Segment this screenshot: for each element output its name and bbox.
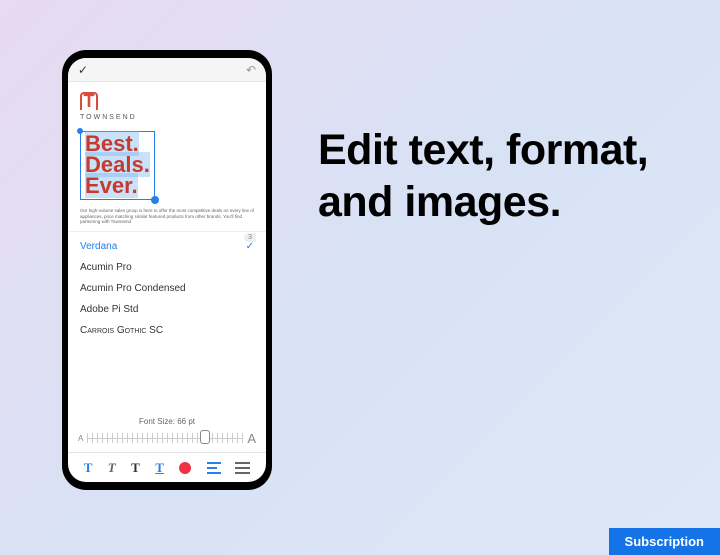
align-button[interactable] [207, 462, 221, 474]
app-topbar: ✓ ↶ [68, 58, 266, 82]
font-picker-list[interactable]: Verdana ✓ Acumin Pro Acumin Pro Condense… [68, 231, 266, 414]
list-button[interactable] [236, 462, 250, 474]
document-canvas[interactable]: T TOWNSEND Best. Deals. Ever. Our high-v… [68, 82, 266, 231]
font-size-slider[interactable] [87, 433, 243, 445]
brand-logo-block: T TOWNSEND [80, 92, 254, 121]
font-option-acumin-pro-condensed[interactable]: Acumin Pro Condensed [80, 278, 254, 299]
marketing-headline: Edit text, format, and images. [318, 125, 720, 228]
format-toolbar: T T T T [68, 452, 266, 482]
color-picker-button[interactable] [179, 462, 191, 474]
font-option-verdana[interactable]: Verdana ✓ [80, 236, 254, 257]
selected-check-icon: ✓ [246, 241, 254, 252]
brand-logo-icon: T [80, 92, 98, 110]
font-option-adobe-pi-std[interactable]: Adobe Pi Std [80, 299, 254, 320]
slider-handle[interactable] [200, 430, 210, 444]
underline-button[interactable]: T [155, 460, 164, 476]
page-indicator: 3 [244, 233, 256, 242]
slider-max-icon: A [247, 431, 256, 446]
font-size-label: Font Size: 66 pt [68, 414, 266, 429]
font-option-carrois-gothic-sc[interactable]: Carrois Gothic SC [80, 320, 254, 341]
undo-icon[interactable]: ↶ [246, 63, 256, 77]
slider-min-icon: A [78, 434, 83, 443]
bold-button[interactable]: T [84, 460, 93, 476]
font-button[interactable]: T [131, 460, 140, 476]
brand-name: TOWNSEND [80, 114, 254, 121]
document-body-text: Our high-volume sales group is here to o… [80, 208, 254, 226]
phone-screen: ✓ ↶ T TOWNSEND Best. Deals. Ever. Our hi… [68, 58, 266, 482]
font-size-slider-row: A A [68, 429, 266, 452]
font-option-acumin-pro[interactable]: Acumin Pro [80, 257, 254, 278]
italic-button[interactable]: T [108, 460, 116, 476]
subscription-badge: Subscription [609, 528, 720, 555]
phone-mockup: ✓ ↶ T TOWNSEND Best. Deals. Ever. Our hi… [62, 50, 272, 490]
slider-ticks [87, 438, 243, 439]
text-selection-box[interactable]: Best. Deals. Ever. [80, 131, 155, 200]
headline-text[interactable]: Best. Deals. Ever. [85, 134, 150, 197]
confirm-icon[interactable]: ✓ [78, 63, 88, 77]
